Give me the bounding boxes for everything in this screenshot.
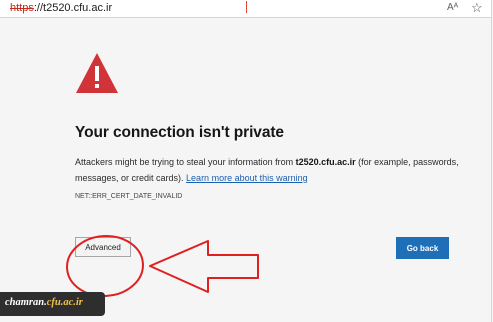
- advanced-button[interactable]: Advanced: [75, 237, 131, 257]
- not-secure-scheme: https: [10, 2, 34, 14]
- address-bar[interactable]: https://t2520.cfu.ac.ir Aᴬ ☆: [0, 0, 492, 18]
- error-code: NET::ERR_CERT_DATE_INVALID: [75, 193, 183, 200]
- learn-more-link[interactable]: Learn more about this warning: [186, 173, 308, 183]
- url-field[interactable]: https://t2520.cfu.ac.ir: [10, 2, 112, 14]
- page-title: Your connection isn't private: [75, 124, 284, 141]
- site-name: t2520.cfu.ac.ir: [295, 157, 356, 167]
- star-icon[interactable]: ☆: [471, 0, 483, 15]
- url-host: ://t2520.cfu.ac.ir: [33, 2, 113, 14]
- address-bar-cursor: [246, 1, 247, 13]
- warning-triangle-icon: [76, 53, 118, 93]
- watermark-logo: chamran.cfu.ac.ir: [0, 292, 105, 316]
- go-back-button[interactable]: Go back: [396, 237, 449, 259]
- watermark-text: chamran.cfu.ac.ir: [5, 297, 83, 308]
- read-aloud-icon[interactable]: Aᴬ: [447, 2, 458, 13]
- explanation-text: Attackers might be trying to steal your …: [75, 157, 459, 183]
